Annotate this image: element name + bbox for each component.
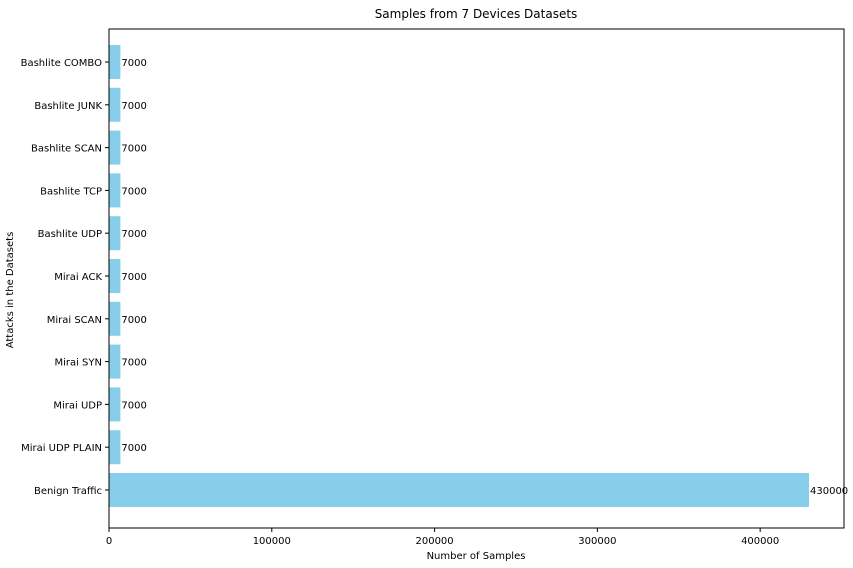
y-tick-label-5: Mirai ACK	[54, 272, 102, 283]
bar-8	[109, 130, 121, 165]
bar-3	[109, 344, 121, 379]
bar-1	[109, 430, 121, 465]
data-label-3: 7000	[121, 358, 146, 369]
bar-10	[109, 45, 121, 79]
y-axis-label: Attacks in the Datasets	[5, 232, 16, 349]
data-label-7: 7000	[121, 186, 146, 197]
x-tick-label-0: 0	[106, 536, 112, 547]
data-label-0: 430000	[810, 486, 848, 497]
y-tick-label-6: Bashlite UDP	[38, 229, 102, 240]
y-tick-label-1: Mirai UDP PLAIN	[21, 443, 102, 454]
y-tick-label-9: Bashlite JUNK	[34, 101, 102, 112]
y-tick-label-3: Mirai SYN	[54, 358, 102, 369]
y-tick-label-2: Mirai UDP	[53, 400, 102, 411]
x-axis-label: Number of Samples	[427, 551, 526, 562]
data-label-1: 7000	[121, 443, 146, 454]
bar-9	[109, 87, 121, 122]
x-tick-label-1: 100000	[253, 536, 291, 547]
y-tick-label-7: Bashlite TCP	[40, 186, 102, 197]
y-tick-label-8: Bashlite SCAN	[31, 144, 102, 155]
chart-title: Samples from 7 Devices Datasets	[375, 7, 578, 21]
axes-frame	[108, 28, 845, 529]
x-tick-label-3: 300000	[578, 536, 616, 547]
y-tick-label-4: Mirai SCAN	[47, 315, 102, 326]
data-label-2: 7000	[121, 400, 146, 411]
y-tick-label-10: Bashlite COMBO	[21, 58, 103, 69]
bar-2	[109, 387, 121, 422]
data-label-5: 7000	[121, 272, 146, 283]
bar-0	[109, 473, 809, 507]
data-label-10: 7000	[121, 58, 146, 69]
data-label-6: 7000	[121, 229, 146, 240]
data-label-4: 7000	[121, 315, 146, 326]
x-tick-label-2: 200000	[415, 536, 453, 547]
y-tick-label-0: Benign Traffic	[34, 486, 102, 497]
data-label-8: 7000	[121, 144, 146, 155]
x-tick-label-4: 400000	[741, 536, 779, 547]
bar-7	[109, 173, 121, 208]
bar-chart: Samples from 7 Devices Datasets 430000 Be…	[5, 7, 848, 562]
bar-5	[109, 259, 121, 293]
bar-6	[109, 216, 121, 251]
plot-area: 430000 Benign Traffic 7000 Mirai UDP PLAIN 7…	[21, 28, 848, 547]
bar-4	[109, 301, 121, 336]
data-label-9: 7000	[121, 101, 146, 112]
